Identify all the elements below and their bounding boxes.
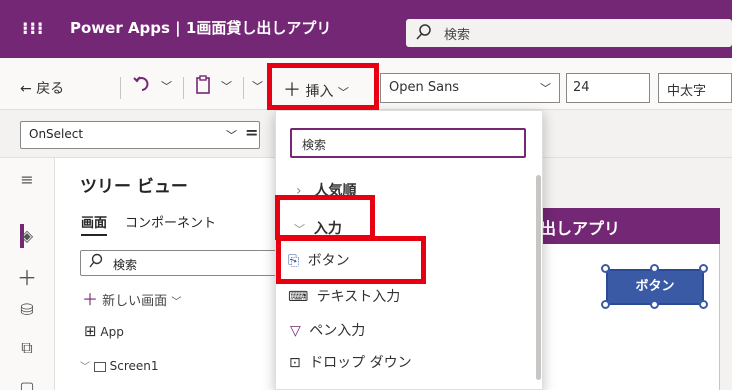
tree-search-placeholder: 検索 <box>113 258 138 272</box>
property-select[interactable]: OnSelect ﹀ <box>20 121 260 149</box>
highlight-button-item <box>276 236 426 284</box>
selection-handle[interactable] <box>699 264 708 273</box>
selection-handle[interactable] <box>699 300 708 309</box>
advanced-tools-icon[interactable]: ▢ <box>17 378 37 390</box>
equals-sign: = <box>245 123 259 142</box>
toolbar-divider <box>183 77 184 99</box>
more-chevron-icon[interactable]: ﹀ <box>252 78 263 94</box>
item-label: テキスト入力 <box>316 289 401 305</box>
selection-handle[interactable] <box>601 300 610 309</box>
dropdown-icon: ⊡ <box>289 355 301 371</box>
font-weight-value: 中太字 <box>667 84 707 99</box>
app-launcher-icon[interactable]: ⁝⁝⁝ <box>22 20 44 38</box>
font-family-value: Open Sans <box>389 80 460 95</box>
toolbar-divider <box>243 77 244 99</box>
selection-handle[interactable] <box>650 264 659 273</box>
new-screen-button[interactable]: ＋ 新しい画面 ﹀ <box>82 286 181 310</box>
back-label: 戻る <box>36 81 65 97</box>
selection-handle[interactable] <box>650 300 659 309</box>
app-title: Power Apps | 1画面貸し出しアプリ <box>70 19 332 37</box>
app-icon: ⊞ <box>84 322 97 340</box>
highlight-input-group <box>275 195 375 240</box>
paste-icon <box>196 75 210 94</box>
item-label: ドロップ ダウン <box>309 355 412 371</box>
back-arrow-icon: ← <box>20 81 32 97</box>
media-icon[interactable]: ⧉ <box>17 338 37 358</box>
search-icon <box>416 23 432 45</box>
chevron-down-icon: ﹀ <box>80 362 90 373</box>
paste-dropdown-chevron-icon[interactable]: ﹀ <box>221 78 232 94</box>
tree-search-input[interactable]: 検索 <box>80 250 280 276</box>
tab-components[interactable]: コンポーネント <box>125 212 216 231</box>
highlight-insert-button <box>267 63 379 110</box>
pen-input-icon: ▽ <box>290 323 301 339</box>
data-cylinder-icon[interactable]: ⛁ <box>17 300 37 319</box>
insert-item-text-input[interactable]: ⌨ テキスト入力 <box>288 286 400 306</box>
chevron-down-icon: ﹀ <box>226 129 237 142</box>
global-search-placeholder: 検索 <box>444 28 471 43</box>
font-weight-select[interactable]: 中太字 <box>658 73 732 103</box>
search-icon <box>89 253 103 272</box>
text-input-icon: ⌨ <box>288 289 309 305</box>
selection-handle[interactable] <box>601 264 610 273</box>
tree-node-label: Screen1 <box>109 359 159 373</box>
chevron-down-icon: ﹀ <box>540 82 551 95</box>
tree-node-app[interactable]: ⊞ App <box>84 322 124 340</box>
tree-view-title: ツリー ビュー <box>80 177 188 197</box>
font-size-input[interactable]: 24 <box>566 73 650 103</box>
hamburger-menu-icon[interactable]: ≡ <box>17 170 37 189</box>
undo-dropdown-chevron-icon[interactable]: ﹀ <box>161 78 172 94</box>
tree-node-label: App <box>100 325 124 339</box>
global-search-input[interactable]: 検索 <box>406 19 732 47</box>
back-button[interactable]: ← 戻る <box>20 78 64 98</box>
tree-node-screen1[interactable]: ﹀ Screen1 <box>80 358 159 373</box>
property-value: OnSelect <box>29 127 84 141</box>
screen-icon <box>93 361 106 372</box>
toolbar-divider <box>120 77 121 99</box>
dropdown-scrollbar[interactable] <box>536 175 541 380</box>
tab-screens[interactable]: 画面 <box>81 212 108 236</box>
tree-view-layers-icon[interactable]: ◈ <box>17 226 37 245</box>
chevron-down-icon: ﹀ <box>171 297 182 308</box>
undo-button[interactable] <box>133 74 151 100</box>
item-label: ペン入力 <box>309 323 366 339</box>
insert-plus-icon[interactable]: ＋ <box>17 262 37 291</box>
insert-item-pen-input[interactable]: ▽ ペン入力 <box>290 320 365 340</box>
font-family-select[interactable]: Open Sans ﹀ <box>380 73 560 103</box>
insert-item-dropdown[interactable]: ⊡ ドロップ ダウン <box>289 352 412 372</box>
plus-icon: ＋ <box>82 290 99 309</box>
insert-search-input[interactable]: 検索 <box>290 128 526 158</box>
new-screen-label: 新しい画面 <box>102 294 168 309</box>
paste-button[interactable] <box>195 75 211 99</box>
undo-icon <box>133 76 149 91</box>
font-size-value: 24 <box>573 80 590 95</box>
